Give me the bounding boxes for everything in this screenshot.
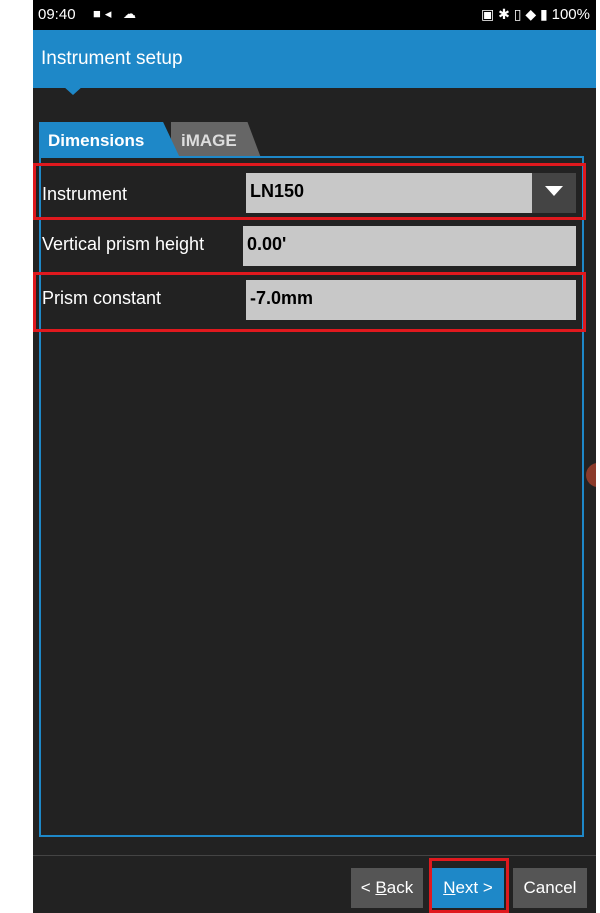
side-handle[interactable]	[586, 463, 596, 487]
system-icons: ▣ ✱ ▯ ◆ ▮ 100%	[481, 6, 590, 23]
device-screen: 09:40 ■◂ ☁ ▣ ✱ ▯ ◆ ▮ 100% Instrument set…	[33, 0, 596, 913]
app-bar-pointer	[63, 86, 83, 95]
wifi-icon: ◆	[525, 6, 537, 22]
battery-icon: ▮	[540, 6, 548, 22]
tab-dimensions-label: Dimensions	[48, 131, 145, 150]
nfc-icon: ▣	[480, 6, 495, 22]
prism-constant-highlight	[33, 272, 586, 332]
next-highlight	[429, 858, 509, 913]
bottom-divider	[33, 855, 596, 856]
vertical-prism-height-label: Vertical prism height	[42, 234, 205, 254]
vibrate-icon: ▯	[513, 6, 522, 22]
back-prefix: <	[360, 878, 376, 897]
app-bar: Instrument setup	[33, 30, 596, 88]
vertical-prism-height-value: 0.00'	[247, 234, 287, 254]
video-icon: ■◂	[93, 6, 116, 21]
vertical-prism-height-field[interactable]: 0.00'	[243, 226, 576, 266]
tab-dimensions[interactable]: Dimensions	[39, 122, 180, 158]
cancel-button[interactable]: Cancel	[513, 868, 587, 908]
back-button[interactable]: < Back	[351, 868, 423, 908]
notification-icons: ■◂ ☁	[93, 6, 140, 22]
back-rest: ack	[386, 878, 414, 897]
instrument-highlight	[33, 163, 586, 220]
cancel-label: Cancel	[523, 878, 577, 897]
page-title: Instrument setup	[41, 48, 183, 69]
tab-image[interactable]: iMAGE	[171, 122, 261, 158]
status-bar: 09:40 ■◂ ☁ ▣ ✱ ▯ ◆ ▮ 100%	[33, 0, 596, 30]
bluetooth-icon: ✱	[498, 6, 510, 22]
battery-percent: 100%	[551, 6, 590, 23]
status-time: 09:40	[38, 6, 76, 23]
back-mnemonic: B	[375, 878, 387, 897]
cloud-icon: ☁	[123, 6, 141, 21]
tab-image-label: iMAGE	[181, 131, 237, 150]
